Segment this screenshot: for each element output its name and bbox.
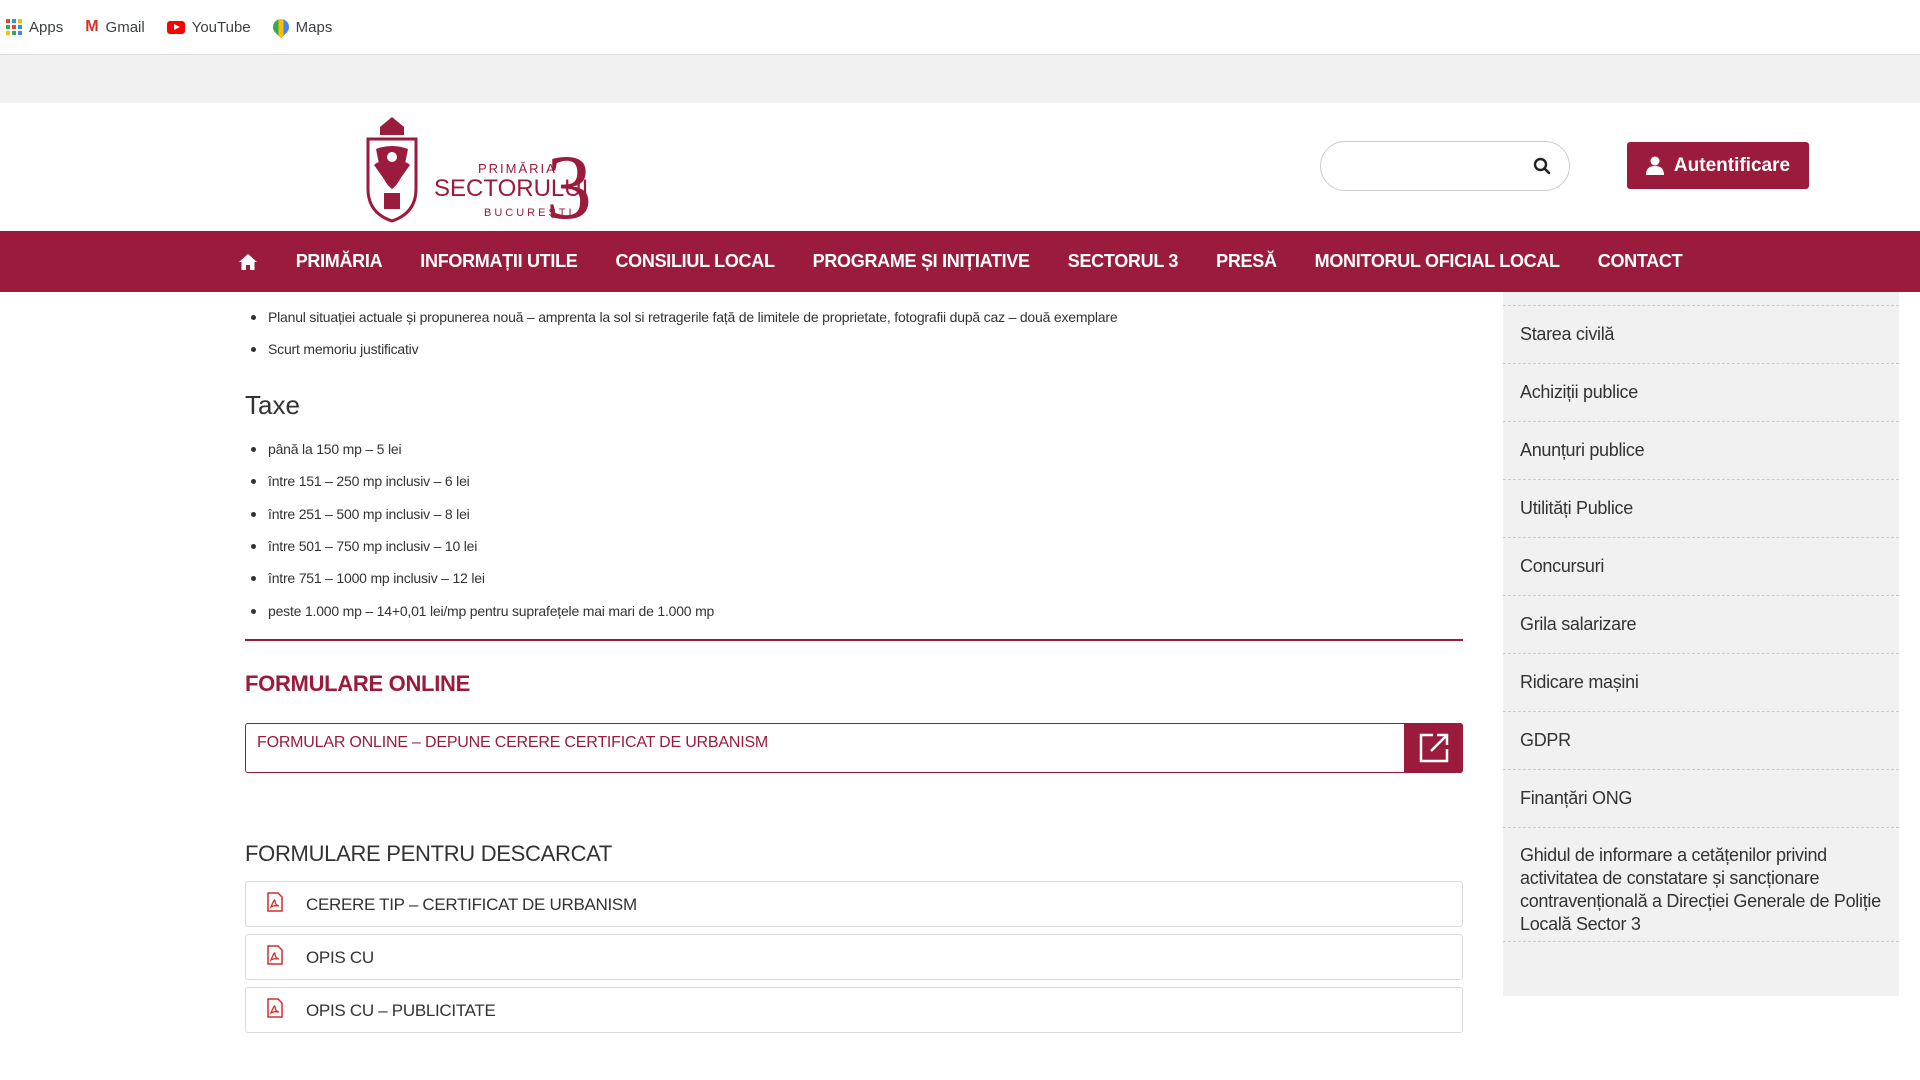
download-row[interactable]: OPIS CU – PUBLICITATE (245, 987, 1463, 1034)
download-label: OPIS CU – PUBLICITATE (306, 1001, 496, 1021)
pdf-icon (267, 998, 283, 1018)
section-divider (245, 639, 1463, 642)
bookmark-apps[interactable]: Apps (6, 19, 63, 36)
main-nav: PRIMĂRIA INFORMAȚII UTILE CONSILIUL LOCA… (0, 231, 1920, 292)
apps-grid-icon (6, 19, 22, 35)
downloads-list: CERERE TIP – CERTIFICAT DE URBANISM OPIS… (245, 881, 1463, 1034)
nav-item-programe-initiative[interactable]: PROGRAME ȘI INIȚIATIVE (813, 251, 1030, 272)
sidebar-item-anunturi-publice[interactable]: Anunțuri publice (1503, 422, 1899, 480)
main-content: Planul situației actuale și propunerea n… (245, 292, 1463, 1040)
bookmark-label: Gmail (105, 18, 145, 36)
list-item: între 501 – 750 mp inclusiv – 10 lei (245, 530, 1463, 562)
section-title-formulare-descarcat: FORMULARE PENTRU DESCARCAT (245, 841, 613, 867)
sidebar-item-utilitati-publice[interactable]: Utilități Publice (1503, 480, 1899, 538)
download-label: CERERE TIP – CERTIFICAT DE URBANISM (306, 895, 637, 915)
download-row[interactable]: CERERE TIP – CERTIFICAT DE URBANISM (245, 881, 1463, 928)
sidebar-item-concursuri[interactable]: Concursuri (1503, 538, 1899, 596)
taxe-list: până la 150 mp – 5 lei între 151 – 250 m… (245, 433, 1463, 627)
sidebar-item-gdpr[interactable]: GDPR (1503, 712, 1899, 770)
sidebar-item-ghid-informare[interactable]: Ghidul de informare a cetățenilor privin… (1503, 828, 1899, 942)
bookmark-youtube[interactable]: YouTube (166, 18, 251, 36)
bookmarks-bar: Apps M Gmail YouTube Maps (0, 0, 1920, 55)
nav-item-contact[interactable]: CONTACT (1598, 251, 1683, 272)
bookmark-label: Maps (295, 18, 333, 36)
sidebar-item-achizitii-publice[interactable]: Achiziții publice (1503, 364, 1899, 422)
youtube-icon (166, 20, 185, 34)
sidebar-item-finantari-ong[interactable]: Finanțări ONG (1503, 770, 1899, 828)
sidebar-item-ridicare-masini[interactable]: Ridicare mașini (1503, 654, 1899, 712)
list-item: Planul situației actuale și propunerea n… (245, 301, 1463, 333)
bookmark-gmail[interactable]: M Gmail (85, 18, 145, 36)
list-item: între 751 – 1000 mp inclusiv – 12 lei (245, 562, 1463, 594)
external-link-icon (1419, 733, 1448, 763)
sidebar-top-divider (1503, 292, 1899, 306)
sidebar: Starea civilă Achiziții publice Anunțuri… (1503, 292, 1899, 996)
list-item: Scurt memoriu justificativ (245, 333, 1463, 365)
logo-number: 3 (546, 136, 592, 238)
user-icon (1645, 156, 1664, 175)
pdf-icon (267, 892, 283, 912)
nav-item-primaria[interactable]: PRIMĂRIA (296, 251, 383, 272)
list-item: între 251 – 500 mp inclusiv – 8 lei (245, 498, 1463, 530)
nav-item-informatii-utile[interactable]: INFORMAȚII UTILE (420, 251, 577, 272)
documents-list: Planul situației actuale și propunerea n… (245, 301, 1463, 366)
sidebar-item-grila-salarizare[interactable]: Grila salarizare (1503, 596, 1899, 654)
page-top-strip (0, 55, 1920, 103)
online-form-label: FORMULAR ONLINE – DEPUNE CERERE CERTIFIC… (257, 734, 769, 752)
external-link-button[interactable] (1404, 723, 1463, 774)
maps-icon (269, 15, 292, 39)
section-title-taxe: Taxe (245, 389, 300, 420)
home-icon[interactable] (238, 253, 258, 271)
login-label: Autentificare (1673, 154, 1791, 176)
sidebar-item-starea-civila[interactable]: Starea civilă (1503, 306, 1899, 364)
online-form-link[interactable]: FORMULAR ONLINE – DEPUNE CERERE CERTIFIC… (245, 723, 1463, 774)
site-logo[interactable]: PRIMĂRIA SECTORULUI BUCUREȘTI 3 (360, 113, 592, 233)
login-button[interactable]: Autentificare (1627, 142, 1809, 189)
nav-item-sectorul-3[interactable]: SECTORUL 3 (1068, 251, 1179, 272)
pdf-icon (267, 945, 283, 965)
download-row[interactable]: OPIS CU (245, 934, 1463, 981)
site-header: PRIMĂRIA SECTORULUI BUCUREȘTI 3 Autentif… (0, 103, 1920, 233)
list-item: până la 150 mp – 5 lei (245, 433, 1463, 465)
nav-item-presa[interactable]: PRESĂ (1216, 251, 1277, 272)
coat-of-arms-icon (366, 117, 418, 223)
nav-item-monitorul-oficial[interactable]: MONITORUL OFICIAL LOCAL (1315, 251, 1560, 272)
nav-item-consiliul-local[interactable]: CONSILIUL LOCAL (615, 251, 774, 272)
bookmark-label: Apps (29, 18, 64, 36)
bookmark-maps[interactable]: Maps (269, 15, 333, 39)
download-label: OPIS CU (306, 948, 374, 968)
search-box (1320, 141, 1570, 191)
list-item: între 151 – 250 mp inclusiv – 6 lei (245, 465, 1463, 497)
gmail-icon: M (85, 18, 99, 35)
search-icon[interactable] (1533, 157, 1551, 175)
list-item: peste 1.000 mp – 14+0,01 lei/mp pentru s… (245, 595, 1463, 627)
search-input[interactable] (1339, 154, 1529, 180)
section-title-formulare-online: FORMULARE ONLINE (245, 671, 470, 697)
bookmark-label: YouTube (191, 18, 251, 36)
